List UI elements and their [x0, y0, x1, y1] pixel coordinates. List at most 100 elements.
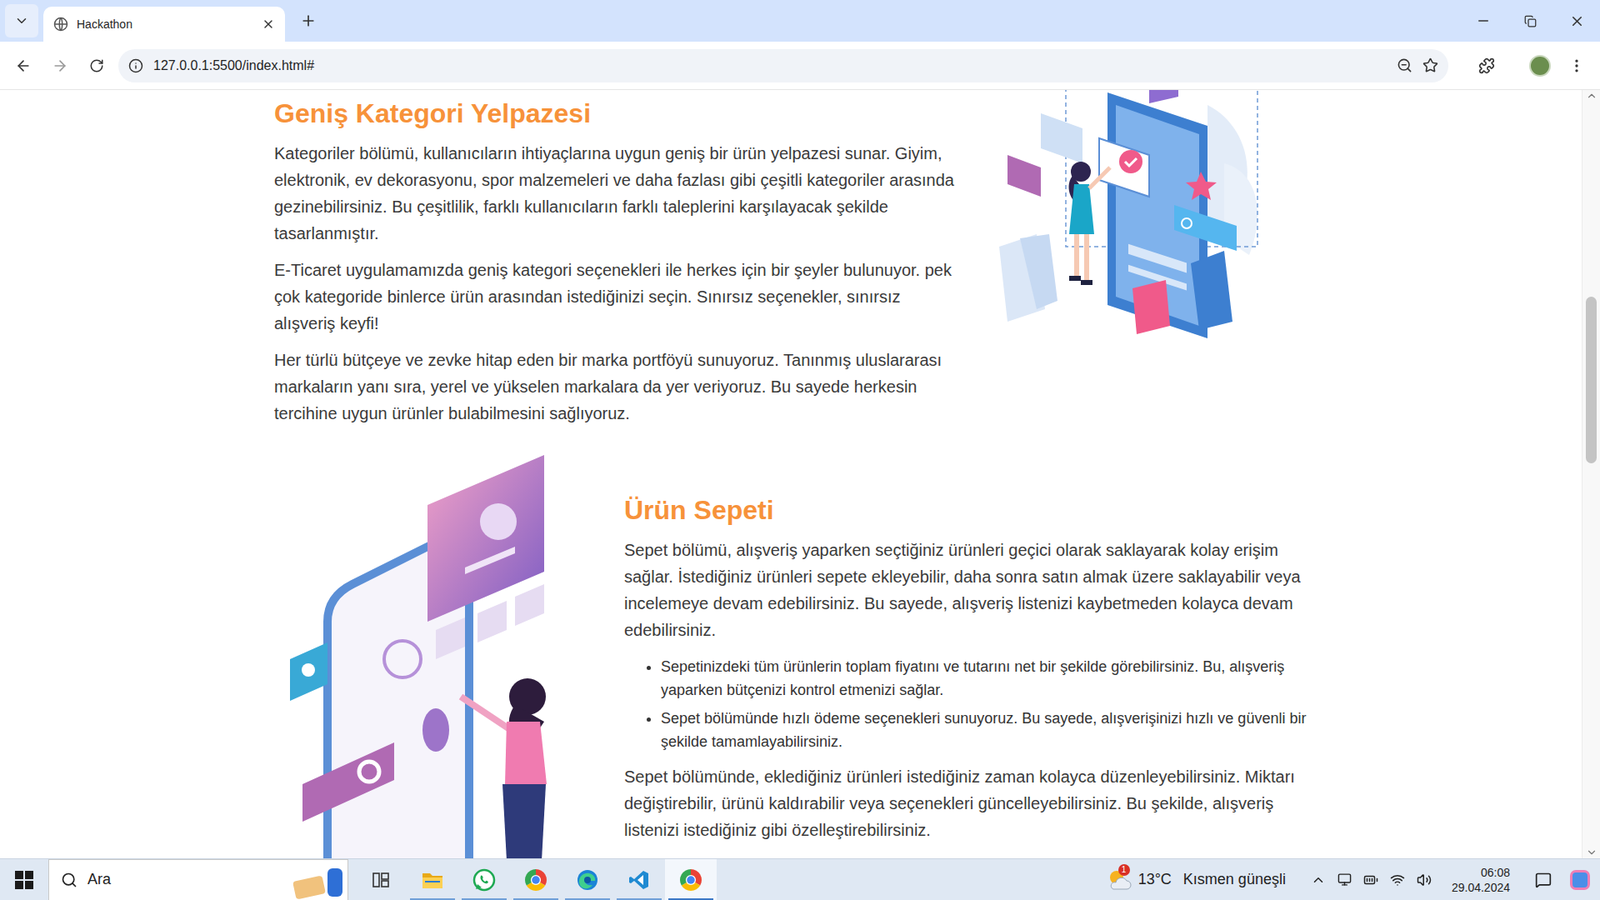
address-text: 127.0.0.1:5500/index.html#	[153, 55, 1387, 76]
address-bar[interactable]: 127.0.0.1:5500/index.html#	[118, 49, 1449, 83]
clock-date: 29.04.2024	[1451, 880, 1510, 895]
close-button[interactable]	[1553, 4, 1600, 38]
taskbar-app[interactable]	[355, 859, 407, 900]
taskbar-app[interactable]	[561, 859, 614, 900]
clock-time: 06:08	[1480, 865, 1510, 880]
feature-item: Sepetinizdeki tüm ürünlerin toplam fiyat…	[660, 655, 1308, 702]
weather-condition: Kısmen güneşli	[1183, 868, 1286, 891]
scrollbar-thumb[interactable]	[1585, 296, 1597, 464]
menu-icon	[1568, 57, 1585, 75]
close-tab-icon[interactable]	[261, 17, 275, 31]
taskbar-app[interactable]	[458, 859, 510, 900]
running-indicator	[513, 898, 559, 900]
task-view-icon	[370, 870, 391, 890]
running-indicator	[410, 898, 455, 900]
section-paragraph: E-Ticaret uygulamamızda geniş kategori s…	[274, 256, 958, 337]
folder-icon	[420, 870, 445, 890]
new-tab-button[interactable]	[293, 5, 324, 36]
clock[interactable]: 06:0829.04.2024	[1446, 865, 1515, 895]
restore-button[interactable]	[1506, 4, 1554, 38]
windows-logo-icon	[15, 870, 34, 890]
running-indicator	[565, 898, 610, 900]
puzzle-icon	[1478, 57, 1495, 75]
extensions-button[interactable]	[1471, 50, 1502, 81]
content-section: Geniş Kategori Yelpazesi Kategoriler bölü…	[274, 96, 1308, 427]
browser-toolbar: 127.0.0.1:5500/index.html#	[0, 41, 1600, 90]
feature-list: Sepetinizdeki tüm ürünlerin toplam fiyat…	[624, 655, 1308, 754]
minimize-icon	[1475, 13, 1491, 29]
taskbar-app[interactable]	[406, 859, 459, 900]
menu-button[interactable]	[1561, 50, 1592, 81]
battery-icon[interactable]	[1363, 872, 1379, 888]
copilot-button[interactable]	[1563, 859, 1597, 900]
search-placeholder: Ara	[87, 868, 280, 891]
arrow-right-icon	[51, 57, 69, 75]
close-icon	[1569, 13, 1585, 30]
section-text: Geniş Kategori Yelpazesi Kategoriler bölü…	[274, 96, 958, 427]
search-icon	[60, 871, 78, 889]
taskbar-app[interactable]	[665, 859, 717, 900]
content-section: Ürün Sepeti Sepet bölümü, alışveriş yapar…	[274, 455, 1308, 859]
forward-button[interactable]	[45, 50, 75, 81]
section-heading: Geniş Kategori Yelpazesi	[274, 96, 958, 130]
browser-tab[interactable]: Hackathon	[43, 6, 285, 42]
categories-illustration	[982, 90, 1308, 355]
zoom-icon[interactable]	[1396, 57, 1413, 74]
scroll-down-icon[interactable]	[1585, 846, 1598, 859]
section-heading: Ürün Sepeti	[624, 493, 1308, 527]
taskbar-app[interactable]	[613, 859, 665, 900]
show-hidden-icons-icon[interactable]	[1310, 872, 1326, 888]
tab-strip: Hackathon	[0, 0, 1600, 42]
section-paragraph: Sepet bölümünde, eklediğiniz ürünleri is…	[624, 763, 1308, 844]
minimize-button[interactable]	[1460, 4, 1507, 38]
section-paragraph: Sepet bölümü, alışveriş yaparken seçtiği…	[624, 536, 1308, 644]
scroll-up-icon[interactable]	[1585, 90, 1598, 102]
notification-icon	[1535, 871, 1552, 889]
globe-icon	[53, 16, 69, 32]
edge-icon	[575, 868, 600, 892]
start-button[interactable]	[0, 859, 49, 900]
profile-button[interactable]	[1525, 50, 1555, 81]
taskbar: Ara 1 13°C Kısmen güneşli 06:0829.04.2024	[0, 858, 1600, 900]
weather-badge: 1	[1118, 864, 1130, 876]
feature-item: Sepet bölümünde hızlı ödeme seçenekleri …	[660, 706, 1308, 754]
notifications-button[interactable]	[1523, 859, 1564, 900]
temperature: 13°C	[1138, 868, 1172, 891]
display-icon[interactable]	[1337, 872, 1352, 887]
page-viewport: Geniş Kategori Yelpazesi Kategoriler bölü…	[0, 90, 1600, 859]
taskbar-app[interactable]	[510, 859, 562, 900]
taskbar-apps	[355, 859, 717, 900]
scrollbar[interactable]	[1581, 90, 1600, 859]
taskbar-search[interactable]: Ara	[48, 859, 349, 900]
volume-icon[interactable]	[1416, 872, 1432, 888]
section-paragraph: Her türlü bütçeye ve zevke hitap eden bi…	[274, 346, 958, 427]
weather-widget[interactable]: 1 13°C Kısmen güneşli	[1100, 867, 1293, 893]
search-highlight-icon	[289, 863, 348, 897]
reload-icon	[89, 58, 105, 74]
page-content: Geniş Kategori Yelpazesi Kategoriler bölü…	[0, 90, 1582, 859]
arrow-left-icon	[15, 57, 32, 75]
avatar-icon	[1529, 55, 1551, 77]
plus-icon	[300, 12, 317, 30]
running-indicator	[668, 898, 714, 900]
copilot-icon	[1570, 870, 1590, 890]
vscode-icon	[628, 869, 650, 891]
tab-title: Hackathon	[76, 15, 254, 34]
site-info-icon[interactable]	[128, 58, 144, 74]
window-controls	[1460, 0, 1600, 42]
chrome-icon	[680, 869, 702, 891]
wifi-icon[interactable]	[1390, 872, 1405, 888]
restore-icon	[1524, 15, 1537, 28]
system-tray	[1310, 872, 1432, 888]
running-indicator	[461, 898, 507, 900]
running-indicator	[616, 898, 662, 900]
section-paragraph: Kategoriler bölümü, kullanıcıların ihtiy…	[274, 140, 958, 247]
back-button[interactable]	[8, 50, 39, 81]
reload-button[interactable]	[81, 50, 112, 81]
chrome-icon	[525, 869, 547, 891]
whatsapp-icon	[472, 868, 496, 892]
cart-illustration	[277, 455, 578, 859]
chevron-down-icon	[14, 13, 30, 29]
bookmark-star-icon[interactable]	[1422, 57, 1439, 74]
tab-search-button[interactable]	[5, 4, 39, 38]
